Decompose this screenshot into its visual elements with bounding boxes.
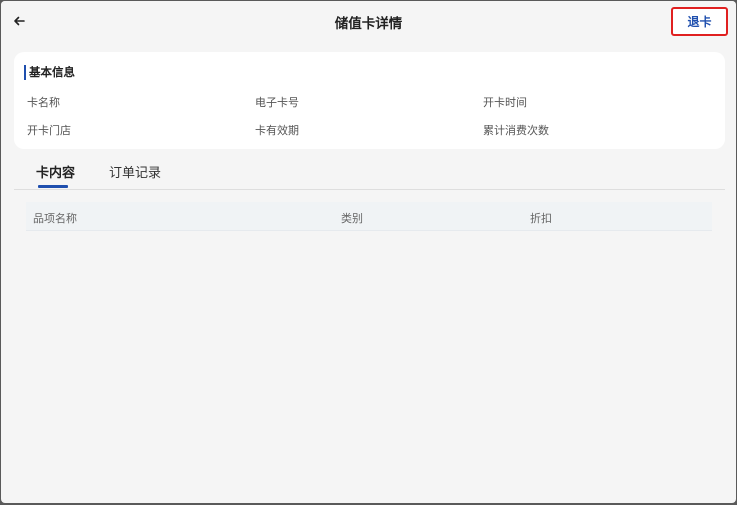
basic-info-card: 基本信息 卡名称 电子卡号 开卡时间 开卡门店 卡有效期 累计消费次数 <box>14 52 725 149</box>
column-category: 类别 <box>341 212 363 225</box>
field-e-card-number: 电子卡号 <box>255 96 299 109</box>
field-open-time: 开卡时间 <box>483 96 527 109</box>
field-open-store: 开卡门店 <box>27 124 71 137</box>
active-tab-indicator <box>38 185 68 188</box>
page-title: 储值卡详情 <box>334 16 403 32</box>
column-item-name: 品项名称 <box>33 212 77 225</box>
basic-info-title: 基本信息 <box>24 65 75 80</box>
field-validity: 卡有效期 <box>255 124 299 137</box>
field-card-name: 卡名称 <box>27 96 60 109</box>
refund-card-button[interactable]: 退卡 <box>671 7 728 36</box>
tab-order-records[interactable]: 订单记录 <box>109 162 161 181</box>
column-discount: 折扣 <box>530 212 552 225</box>
tab-bar: 卡内容 订单记录 <box>14 154 725 190</box>
refund-card-label: 退卡 <box>687 15 712 29</box>
tab-card-content[interactable]: 卡内容 <box>36 162 75 181</box>
page-header: 储值卡详情 退卡 <box>1 1 736 41</box>
field-total-consumption: 累计消费次数 <box>483 124 549 137</box>
table-header: 品项名称 类别 折扣 <box>26 202 712 231</box>
app-window: 储值卡详情 退卡 基本信息 卡名称 电子卡号 开卡时间 开卡门店 卡有效期 累计… <box>1 1 736 503</box>
